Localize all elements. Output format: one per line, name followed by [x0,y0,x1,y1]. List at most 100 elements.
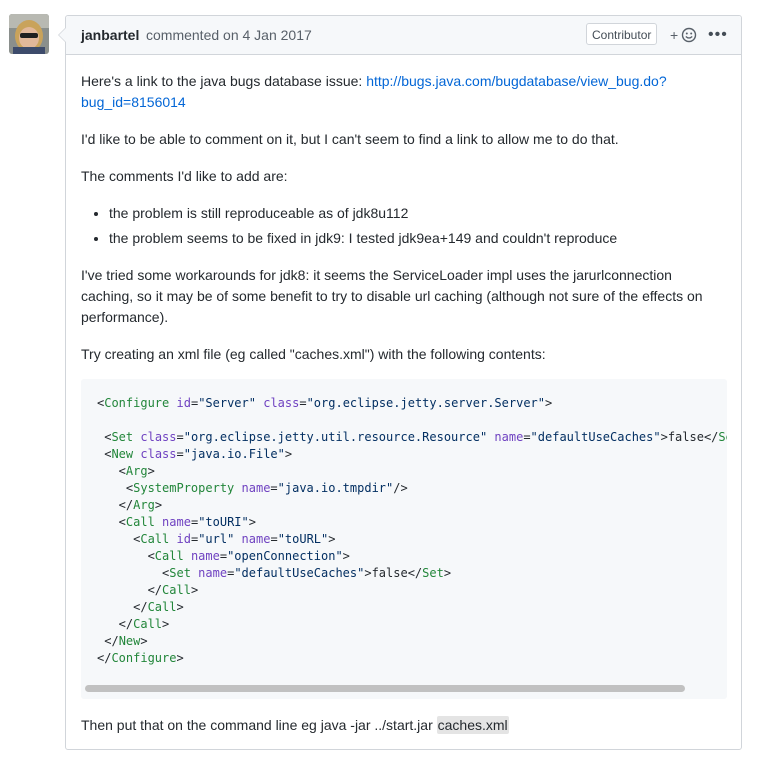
code-token: Call [147,600,177,614]
avatar[interactable] [9,14,49,54]
code-token: Call [133,617,163,631]
code-token: < [97,515,126,529]
contributor-badge: Contributor [586,23,658,45]
code-token: > [147,464,155,478]
code-token: < [97,532,141,546]
code-token: = [270,532,278,546]
comment-header: janbartel commented on 4 Jan 2017 Contri… [66,16,741,55]
code-token: name [241,481,271,495]
code-token: class [140,430,177,444]
code-token: > [176,600,184,614]
code-token: class [140,447,177,461]
code-token: "defaultUseCaches" [234,566,365,580]
code-token: = [523,430,531,444]
code-token: < [97,566,170,580]
list-item: the problem seems to be fixed in jdk9: I… [109,228,729,249]
code-token: > [162,617,170,631]
code-line: </Call> [97,600,184,614]
code-line: <Configure id="Server" class="org.eclips… [97,396,552,410]
code-token: < [97,447,112,461]
paragraph-workarounds: I've tried some workarounds for jdk8: it… [81,267,703,325]
paragraph-command-line: Then put that on the command line eg jav… [81,715,721,736]
code-token: Configure [111,651,177,665]
code-token: Call [140,532,170,546]
code-token: </ [97,651,112,665]
code-token: > [342,549,350,563]
code-token: "java.io.tmpdir" [277,481,394,495]
code-token: > [176,651,184,665]
code-line: <Arg> [97,464,155,478]
scrollbar-thumb[interactable] [85,685,685,692]
code-token: /> [393,481,408,495]
code-token: >false</ [660,430,719,444]
code-token: < [97,430,112,444]
code-token: "org.eclipse.jetty.server.Server" [306,396,545,410]
paragraph-link-text: Here's a link to the java bugs database … [81,73,367,89]
code-line: </New> [97,634,147,648]
code-token: Set [169,566,191,580]
code-token: Set [422,566,444,580]
code-token: > [190,583,199,597]
code-token: name [198,566,228,580]
comment-timestamp[interactable]: commented on 4 Jan 2017 [146,27,312,43]
code-token: Arg [133,498,155,512]
code-line: <Call name="openConnection"> [97,549,350,563]
list-item: the problem is still reproduceable as of… [109,203,729,224]
code-token: = [176,447,184,461]
code-token: name [241,532,271,546]
code-token: > [443,566,452,580]
code-token: < [97,464,126,478]
code-token: "defaultUseCaches" [530,430,661,444]
code-token: Call [162,583,191,597]
inline-code: caches.xml [436,716,509,734]
code-token: "Server" [198,396,256,410]
code-token: > [284,447,293,461]
code-token: class [263,396,300,410]
code-token: </ [97,498,134,512]
code-token: = [176,430,184,444]
code-token: Call [154,549,184,563]
code-line: <Set name="defaultUseCaches">false</Set> [97,566,451,580]
code-token: > [328,532,336,546]
code-token: name [494,430,524,444]
code-token: >false</ [364,566,423,580]
code-token: < [97,549,155,563]
command-line-text: Then put that on the command line eg jav… [81,717,437,733]
code-line: </Arg> [97,498,162,512]
add-reaction-button[interactable]: + [670,26,698,44]
horizontal-scrollbar[interactable] [81,683,727,693]
paragraph-try-creating: Try creating an xml file (eg called "cac… [81,346,546,362]
code-token: </ [97,617,134,631]
code-token: "toURL" [277,532,329,546]
code-token: "java.io.File" [183,447,285,461]
code-token: > [545,396,553,410]
more-options-icon[interactable]: ••• [708,26,728,44]
code-token: </ [97,583,163,597]
plus-icon: + [670,27,679,43]
code-token: "url" [198,532,235,546]
smiley-icon [681,27,697,43]
code-token: New [118,634,141,648]
code-token: id [176,532,191,546]
code-token: < [97,481,134,495]
code-token: Arg [125,464,148,478]
bullet-list: the problem is still reproduceable as of… [81,203,729,253]
code-token: </ [97,600,148,614]
code-token: "openConnection" [227,549,343,563]
code-token: </ [97,634,119,648]
code-token: Set [111,430,134,444]
comment-author[interactable]: janbartel [81,27,139,43]
code-line: <Call id="url" name="toURL"> [97,532,336,546]
paragraph-comment: I'd like to be able to comment on it, bu… [81,131,619,147]
code-token: SystemProperty [133,481,235,495]
code-block: <Configure id="Server" class="org.eclips… [81,379,727,699]
code-token: > [248,515,256,529]
comment-card: janbartel commented on 4 Jan 2017 Contri… [58,15,742,750]
paragraph-comments-intro: The comments I'd like to add are: [81,168,288,184]
paragraph-link: Here's a link to the java bugs database … [81,71,721,113]
code-token: > [154,498,163,512]
